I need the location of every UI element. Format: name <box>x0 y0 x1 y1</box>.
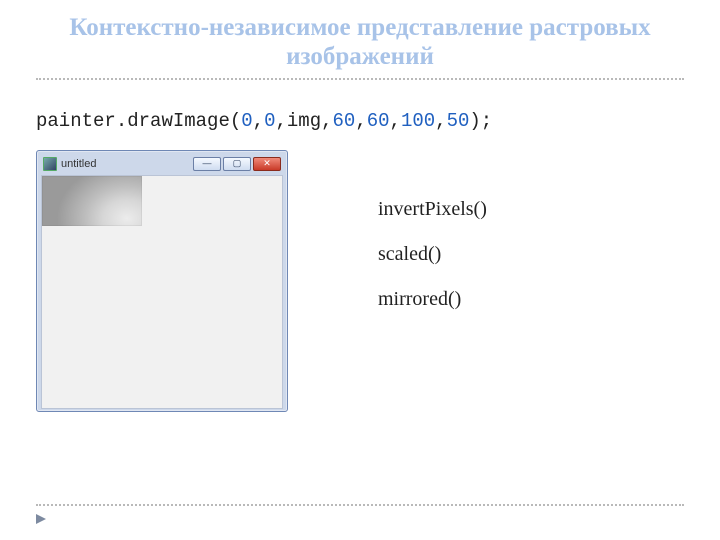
window-titlebar: untitled — ▢ ✕ <box>41 155 283 173</box>
code-paren-open: ( <box>230 110 241 132</box>
code-comma: , <box>390 110 401 132</box>
code-dot: . <box>116 110 127 132</box>
code-arg-6: 50 <box>447 110 470 132</box>
divider-bottom <box>36 504 684 506</box>
divider-top <box>36 78 684 80</box>
window-title: untitled <box>61 158 96 170</box>
maximize-button[interactable]: ▢ <box>223 157 251 171</box>
minimize-button[interactable]: — <box>193 157 221 171</box>
code-object: painter <box>36 110 116 132</box>
method-item: scaled() <box>378 243 487 266</box>
code-arg-2: img <box>287 110 321 132</box>
code-arg-0: 0 <box>241 110 252 132</box>
window-client-area <box>41 175 283 409</box>
code-paren-close: ) <box>469 110 480 132</box>
drawn-image-patch <box>42 176 142 226</box>
code-comma: , <box>275 110 286 132</box>
code-arg-4: 60 <box>367 110 390 132</box>
code-comma: , <box>435 110 446 132</box>
slide-title: Контекстно-независимое представление рас… <box>36 14 684 72</box>
code-comma: , <box>321 110 332 132</box>
code-arg-3: 60 <box>333 110 356 132</box>
code-comma: , <box>355 110 366 132</box>
code-arg-1: 0 <box>264 110 275 132</box>
method-item: mirrored() <box>378 288 487 311</box>
code-arg-5: 100 <box>401 110 435 132</box>
code-line: painter.drawImage(0,0,img,60,60,100,50); <box>36 110 684 132</box>
method-list: invertPixels() scaled() mirrored() <box>378 198 487 333</box>
code-semicolon: ; <box>481 110 492 132</box>
method-item: invertPixels() <box>378 198 487 221</box>
code-function: drawImage <box>127 110 230 132</box>
close-button[interactable]: ✕ <box>253 157 281 171</box>
app-window: untitled — ▢ ✕ <box>36 150 288 412</box>
code-comma: , <box>253 110 264 132</box>
next-arrow-icon[interactable] <box>36 514 46 524</box>
app-icon <box>43 157 57 171</box>
